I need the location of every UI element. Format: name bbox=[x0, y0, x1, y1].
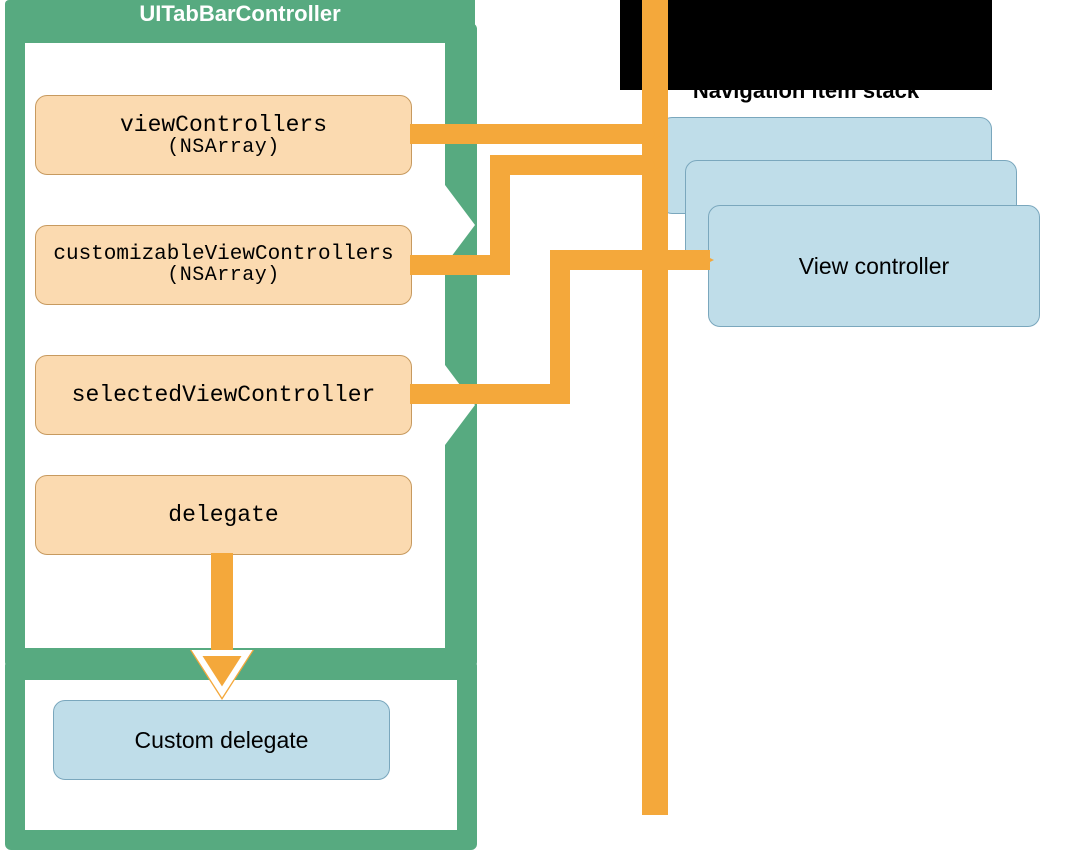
uitabbarcontroller-title: UITabBarController bbox=[5, 1, 475, 27]
view-controller-label: View controller bbox=[799, 253, 949, 280]
green-notch-2 bbox=[430, 345, 475, 465]
view-controller-card-front: View controller bbox=[708, 205, 1040, 327]
delegate-property-label: delegate bbox=[168, 502, 278, 528]
right-title-overlay bbox=[620, 0, 992, 90]
green-notch-1 bbox=[430, 165, 475, 285]
custom-delegate-box: Custom delegate bbox=[53, 700, 390, 780]
viewcontrollers-subtype: (NSArray) bbox=[167, 136, 280, 159]
viewcontrollers-label: viewControllers bbox=[120, 112, 327, 138]
viewcontrollers-box: viewControllers (NSArray) bbox=[35, 95, 412, 175]
delegate-box: delegate bbox=[35, 475, 412, 555]
selected-box: selectedViewController bbox=[35, 355, 412, 435]
customizable-label: customizableViewControllers bbox=[53, 243, 393, 266]
custom-delegate-label: Custom delegate bbox=[135, 727, 309, 754]
customizable-subtype: (NSArray) bbox=[167, 264, 280, 287]
selected-label: selectedViewController bbox=[72, 382, 376, 408]
customizable-box: customizableViewControllers (NSArray) bbox=[35, 225, 412, 305]
